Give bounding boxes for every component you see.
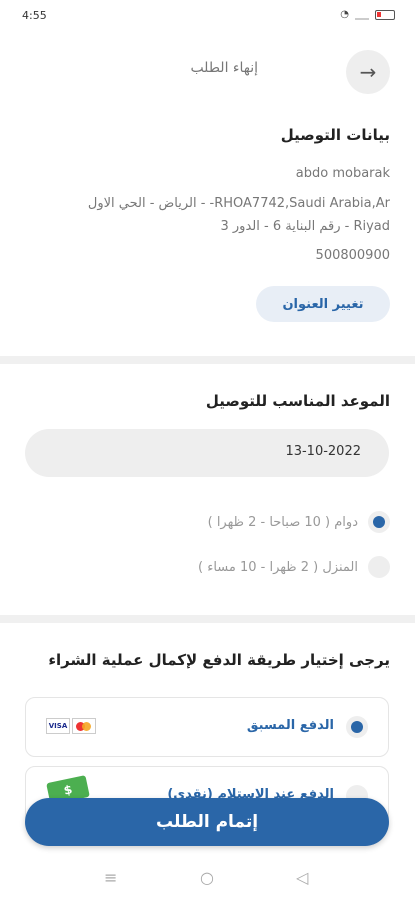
- battery-icon: [375, 9, 395, 20]
- signal-icon: [355, 10, 369, 20]
- visa-mastercard-icon: VISA: [46, 718, 96, 734]
- section-divider: [0, 615, 415, 623]
- mastercard-icon: [72, 718, 96, 734]
- system-nav-bar: ≡ ○ ◁: [0, 860, 415, 900]
- status-time: 4:55: [22, 9, 47, 22]
- complete-order-button[interactable]: إتمام الطلب: [25, 798, 389, 846]
- payment-option-prepaid[interactable]: الدفع المسبق VISA: [25, 697, 389, 757]
- schedule-option-home[interactable]: المنزل ( 2 ظهرا - 10 مساء ): [198, 555, 390, 579]
- header: إنهاء الطلب →: [0, 48, 415, 94]
- visa-icon: VISA: [46, 718, 70, 734]
- schedule-option-label: دوام ( 10 صباحا - 2 ظهرا ): [207, 514, 358, 530]
- page-title: إنهاء الطلب: [190, 60, 258, 76]
- address-line-2: Riyad - رقم البناية 6 - الدور 3: [220, 219, 390, 234]
- status-icons: ◔: [340, 9, 395, 20]
- back-button[interactable]: →: [346, 50, 390, 94]
- customer-phone: 500800900: [315, 248, 390, 263]
- schedule-option-work[interactable]: دوام ( 10 صباحا - 2 ظهرا ): [208, 510, 390, 534]
- radio-selected[interactable]: [346, 716, 368, 738]
- radio-selected[interactable]: [368, 511, 390, 533]
- arrow-right-icon: →: [359, 60, 377, 84]
- delivery-section-title: بيانات التوصيل: [280, 126, 390, 144]
- menu-icon[interactable]: ≡: [104, 868, 117, 887]
- delivery-date-value: 13-10-2022: [285, 444, 361, 459]
- status-bar: 4:55 ◔: [0, 0, 415, 30]
- home-icon[interactable]: ○: [200, 868, 214, 887]
- customer-name: abdo mobarak: [295, 166, 390, 181]
- radio-unselected[interactable]: [368, 556, 390, 578]
- schedule-section-title: الموعد المناسب للتوصيل: [205, 392, 390, 410]
- section-divider: [0, 356, 415, 364]
- change-address-button[interactable]: تغيير العنوان: [256, 286, 390, 322]
- schedule-option-label: المنزل ( 2 ظهرا - 10 مساء ): [198, 559, 358, 575]
- payment-option-label: الدفع المسبق: [246, 718, 334, 733]
- address-line-1: RHOA7742,Saudi Arabia,Ar- - الرياض - الح…: [87, 196, 390, 211]
- payment-section-title: يرجى إختيار طريقة الدفع لإكمال عملية الش…: [48, 651, 390, 669]
- back-triangle-icon[interactable]: ◁: [296, 868, 308, 887]
- wifi-icon: ◔: [340, 9, 349, 20]
- delivery-date-field[interactable]: 13-10-2022: [25, 429, 389, 477]
